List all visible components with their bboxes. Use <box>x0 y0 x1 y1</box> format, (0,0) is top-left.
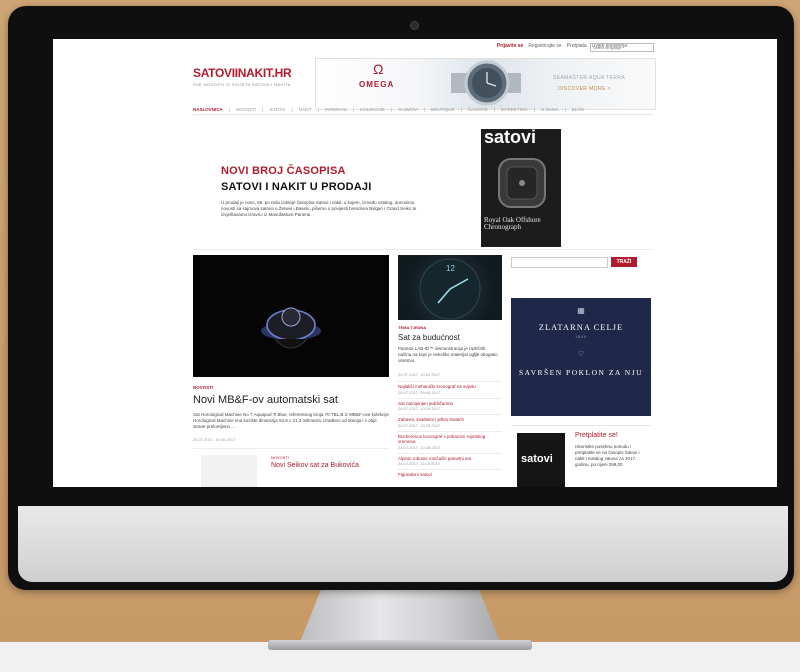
list-item[interactable]: Alpinin robusni roničački pametni sat 24.… <box>398 452 502 470</box>
browser-screen: Prijavite se Registrirajte se Pretplata … <box>53 39 777 487</box>
list-item-date: 24.07.2017. 10:28 2017 <box>398 444 441 450</box>
jeweler-logo-icon: ▦ <box>577 306 585 315</box>
subscribe-magazine-image[interactable]: satovi <box>517 433 565 487</box>
magazine-title: satovi <box>484 129 537 147</box>
small-article-category[interactable]: NOVOSTI <box>271 455 289 460</box>
secondary-image[interactable]: 12 <box>398 255 502 320</box>
list-item[interactable]: Zabavni, kvalitetni i jeftini Swatch 24.0… <box>398 414 502 431</box>
ad-title: ZLATARNA CELJE <box>538 322 624 332</box>
subscribe-text: Iskoristite posebnu ponudu i pretplatite… <box>575 444 640 467</box>
nav-item-boutique[interactable]: BOUTIQUE <box>431 107 455 112</box>
nav-item-novosti[interactable]: NOVOSTI <box>236 107 256 112</box>
banner-watch-image <box>451 60 521 106</box>
login-link[interactable]: Prijavite se <box>497 43 523 49</box>
subscription-link[interactable]: Pretplata <box>567 43 587 49</box>
feature-image[interactable] <box>193 255 389 377</box>
zlatarna-celje-ad[interactable]: ▦ ZLATARNA CELJE 1844 ♡ SAVRŠEN POKLON Z… <box>511 298 651 416</box>
secondary-title[interactable]: Sat za budućnost <box>398 333 460 342</box>
ad-tagline: SAVRŠEN POKLON ZA NJU <box>518 368 644 377</box>
nav-item-nakit[interactable]: NAKIT <box>299 107 312 112</box>
nav-item-blog[interactable]: BLOG <box>572 107 585 112</box>
monitor-frame: Prijavite se Registrirajte se Pretplata … <box>8 6 794 590</box>
search-input[interactable] <box>511 257 608 268</box>
list-item-date: 24.07.2017. 10:29 2017 <box>398 422 441 428</box>
monitor-base <box>268 640 532 650</box>
banner-discover-link[interactable]: DISCOVER MORE > <box>558 86 611 92</box>
secondary-category[interactable]: TEMA TJEDNA <box>398 325 426 330</box>
site-tagline: SVE NOVOSTI IZ SVIJETA SATOVA I NAKITA <box>193 82 291 87</box>
monitor-chin <box>18 506 788 582</box>
small-article-image[interactable] <box>201 455 257 487</box>
banner-line1: SEAMASTER AQUA TERRA <box>553 75 626 81</box>
camera-icon <box>410 21 419 30</box>
promo-text: U prodaji je novo, 56. po redu izdanje č… <box>221 200 417 217</box>
nav-item-casopis[interactable]: ČASOPIS <box>468 107 488 112</box>
list-item-title[interactable]: Bucherenov kronograf s prikazom svjetsko… <box>398 434 502 445</box>
dial-icon: 12 <box>419 258 481 320</box>
hero-watch-icon <box>261 307 321 349</box>
divider <box>193 249 653 250</box>
promo-subheading[interactable]: SATOVI I NAKIT U PRODAJI <box>221 181 371 193</box>
feature-title[interactable]: Novi MB&F-ov automatski sat <box>193 394 338 406</box>
feature-category[interactable]: NOVOSTI <box>193 385 213 390</box>
magazine-watch-icon <box>498 158 546 208</box>
small-article[interactable]: NOVOSTI Novi Seikov sat za Bukovića <box>193 448 389 487</box>
list-item-date: 24.07.2017. 09:45 2017 <box>398 389 441 395</box>
list-item[interactable]: Sat namijenjen jedriličarima 24.07.2017. … <box>398 397 502 415</box>
language-select[interactable]: Select language <box>590 43 654 52</box>
main-nav: NASLOVNICA | NOVOSTI | SATOVI | NAKIT | INTE… <box>193 105 653 115</box>
list-item[interactable]: Bucherenov kronograf s prikazom svjetsko… <box>398 430 502 453</box>
list-item[interactable]: Najlakši mehanički kronograf na svijetu 2… <box>398 381 502 398</box>
promo-heading[interactable]: NOVI BROJ ČASOPISA <box>221 165 346 177</box>
heart-icon: ♡ <box>577 351 585 358</box>
monitor-stand <box>300 582 500 642</box>
list-item[interactable]: Figurativni satovi <box>398 469 502 481</box>
subscribe-magazine-title: satovi <box>521 453 553 465</box>
list-item-title[interactable]: Figurativni satovi <box>398 472 502 478</box>
search-button[interactable]: TRAŽI <box>611 257 637 267</box>
nav-item-naslovnica[interactable]: NASLOVNICA <box>193 107 223 112</box>
secondary-date: 24.07.2017. 10:04 2017 <box>398 372 441 377</box>
feature-text: Sat Horological Machine No 7 Aquapod Ti … <box>193 412 389 429</box>
news-list: Najlakši mehanički kronograf na svijetu 2… <box>398 381 502 481</box>
nav-item-intervju[interactable]: INTERVJU <box>325 107 347 112</box>
feature-date: 25.07.2017. 10:30 2017 <box>193 437 236 442</box>
omega-logo-icon: Ω <box>373 61 384 77</box>
magazine-cover-text: Royal Oak Offshore Chronograph <box>484 216 541 231</box>
list-item-date: 24.07.2017. 11:28 2017 <box>398 461 440 466</box>
nav-item-sajmovi[interactable]: SAJMOVI <box>398 107 418 112</box>
nav-item-kolekcije[interactable]: KOLEKCIJE <box>360 107 385 112</box>
site-logo[interactable]: SATOVIINAKIT.HR <box>193 66 292 80</box>
nav-item-satovi[interactable]: SATOVI <box>269 107 285 112</box>
subscribe-title[interactable]: Pretplatite se! <box>575 432 618 439</box>
secondary-text: Panerai LAB-ID™ demonstracija je različi… <box>398 346 498 363</box>
ad-sub: 1844 <box>575 335 587 339</box>
nav-item-marketing[interactable]: MARKETING <box>501 107 528 112</box>
banner-brand: OMEGA <box>359 80 395 89</box>
magazine-cover-image[interactable]: satovi Royal Oak Offshore Chronograph <box>481 129 561 247</box>
register-link[interactable]: Registrirajte se <box>528 43 561 49</box>
svg-text:12: 12 <box>446 264 455 273</box>
small-article-title[interactable]: Novi Seikov sat za Bukovića <box>271 462 359 469</box>
list-item-date: 24.07.2017. 10:29 2017 <box>398 406 441 411</box>
nav-item-o-nama[interactable]: O NAMA <box>541 107 559 112</box>
